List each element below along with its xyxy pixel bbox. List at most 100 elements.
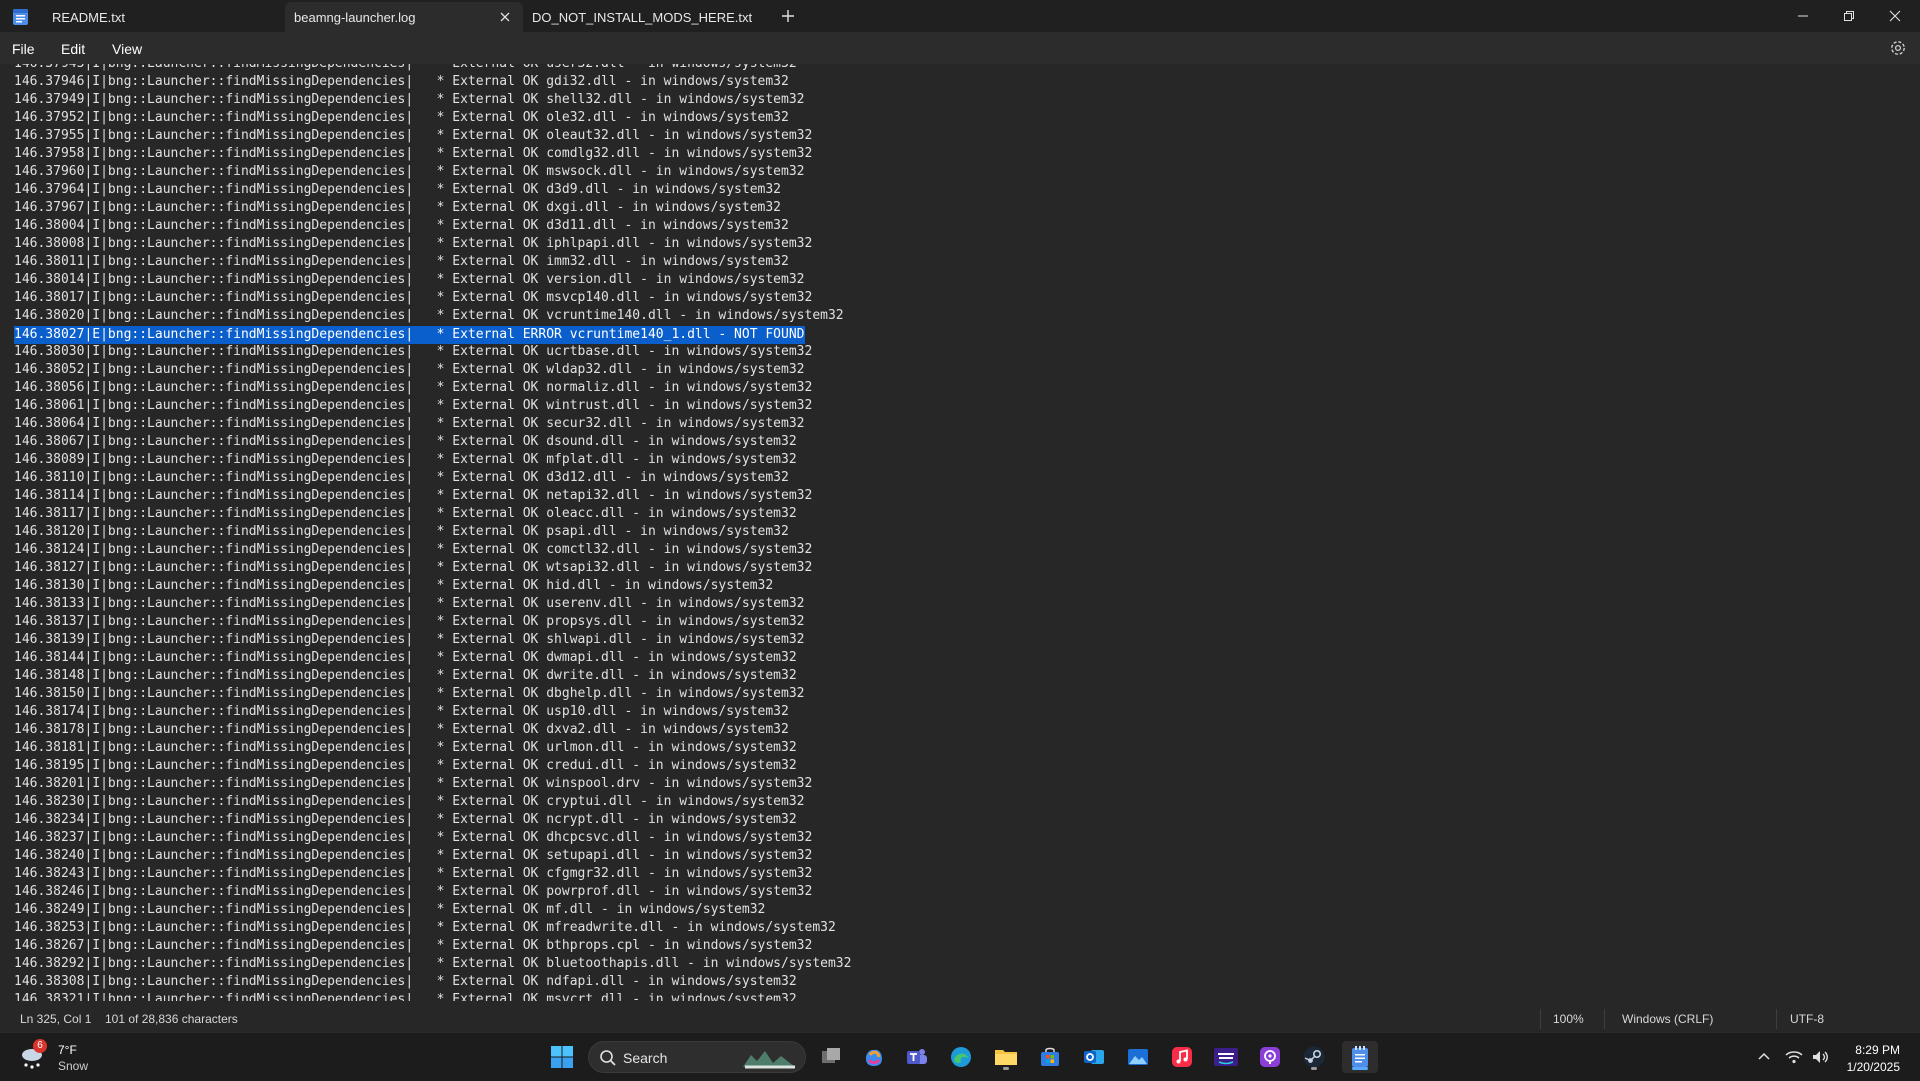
log-line[interactable]: 146.38249|I|bng::Launcher::findMissingDe… [14, 901, 851, 919]
log-line[interactable]: 146.38117|I|bng::Launcher::findMissingDe… [14, 505, 851, 523]
start-button[interactable] [546, 1041, 578, 1073]
task-view-button[interactable] [815, 1041, 847, 1073]
log-line[interactable]: 146.38110|I|bng::Launcher::findMissingDe… [14, 469, 851, 487]
outlook-icon [1084, 1050, 1104, 1064]
tab-readme[interactable]: README.txt [40, 2, 285, 32]
selected-log-line[interactable]: 146.38027|E|bng::Launcher::findMissingDe… [14, 326, 805, 344]
restore-button[interactable] [1826, 0, 1872, 32]
log-line[interactable]: 146.38139|I|bng::Launcher::findMissingDe… [14, 631, 851, 649]
itunes-button[interactable] [1166, 1041, 1198, 1073]
log-line[interactable]: 146.37960|I|bng::Launcher::findMissingDe… [14, 163, 851, 181]
log-line[interactable]: 146.38130|I|bng::Launcher::findMissingDe… [14, 577, 851, 595]
log-line[interactable]: 146.38124|I|bng::Launcher::findMissingDe… [14, 541, 851, 559]
status-divider [1776, 1009, 1777, 1029]
log-line[interactable]: 146.37946|I|bng::Launcher::findMissingDe… [14, 73, 851, 91]
log-line[interactable]: 146.38292|I|bng::Launcher::findMissingDe… [14, 955, 851, 973]
close-window-button[interactable] [1872, 0, 1918, 32]
log-line[interactable]: 146.38308|I|bng::Launcher::findMissingDe… [14, 973, 851, 991]
outlook-button[interactable] [1078, 1041, 1110, 1073]
settings-gear-icon[interactable] [1888, 38, 1908, 58]
log-line[interactable]: 146.38011|I|bng::Launcher::findMissingDe… [14, 253, 851, 271]
log-line[interactable]: 146.38201|I|bng::Launcher::findMissingDe… [14, 775, 851, 793]
log-line[interactable]: 146.38181|I|bng::Launcher::findMissingDe… [14, 739, 851, 757]
log-line[interactable]: 146.37958|I|bng::Launcher::findMissingDe… [14, 145, 851, 163]
edge-button[interactable] [945, 1041, 977, 1073]
log-line[interactable]: 146.38267|I|bng::Launcher::findMissingDe… [14, 937, 851, 955]
log-line[interactable]: 146.38237|I|bng::Launcher::findMissingDe… [14, 829, 851, 847]
log-line[interactable]: 146.38243|I|bng::Launcher::findMissingDe… [14, 865, 851, 883]
log-line[interactable]: 146.37952|I|bng::Launcher::findMissingDe… [14, 109, 851, 127]
log-line[interactable]: 146.38195|I|bng::Launcher::findMissingDe… [14, 757, 851, 775]
log-line[interactable]: 146.37964|I|bng::Launcher::findMissingDe… [14, 181, 851, 199]
notepad-icon [1352, 1046, 1368, 1067]
tab-beamng-launcher-log[interactable]: beamng-launcher.log [285, 2, 523, 32]
log-line[interactable]: 146.38020|I|bng::Launcher::findMissingDe… [14, 307, 851, 325]
menu-file[interactable]: File [12, 41, 35, 57]
log-line[interactable]: 146.37955|I|bng::Launcher::findMissingDe… [14, 127, 851, 145]
running-indicator [1311, 1067, 1317, 1070]
log-line[interactable]: 146.38174|I|bng::Launcher::findMissingDe… [14, 703, 851, 721]
store-button[interactable] [1034, 1041, 1066, 1073]
network-volume-tray[interactable] [1784, 1045, 1836, 1069]
log-line[interactable]: 146.38030|I|bng::Launcher::findMissingDe… [14, 343, 851, 361]
close-tab-icon[interactable] [497, 9, 513, 25]
minimize-button[interactable] [1780, 0, 1826, 32]
photos-button[interactable] [1122, 1041, 1154, 1073]
edge-icon [951, 1047, 971, 1067]
tab-do-not-install-mods[interactable]: DO_NOT_INSTALL_MODS_HERE.txt [523, 2, 768, 32]
menu-edit[interactable]: Edit [61, 41, 85, 57]
log-line[interactable]: 146.38064|I|bng::Launcher::findMissingDe… [14, 415, 851, 433]
zoom-level[interactable]: 100% [1553, 1012, 1584, 1026]
show-hidden-icons-button[interactable] [1754, 1047, 1774, 1067]
taskbar-search[interactable]: Search [588, 1041, 806, 1073]
teams-button[interactable] [901, 1041, 933, 1073]
log-line[interactable]: 146.38052|I|bng::Launcher::findMissingDe… [14, 361, 851, 379]
log-line[interactable]: 146.38114|I|bng::Launcher::findMissingDe… [14, 487, 851, 505]
weather-temperature: 7°F [58, 1043, 77, 1057]
log-line[interactable]: 146.38061|I|bng::Launcher::findMissingDe… [14, 397, 851, 415]
log-line[interactable]: 146.38253|I|bng::Launcher::findMissingDe… [14, 919, 851, 937]
editor-lines: 146.37943|I|bng::Launcher::findMissingDe… [14, 64, 851, 1001]
log-line[interactable]: 146.37967|I|bng::Launcher::findMissingDe… [14, 199, 851, 217]
log-line[interactable]: 146.38017|I|bng::Launcher::findMissingDe… [14, 289, 851, 307]
notepad-button[interactable] [1342, 1041, 1378, 1073]
log-line[interactable]: 146.38150|I|bng::Launcher::findMissingDe… [14, 685, 851, 703]
log-line[interactable]: 146.38014|I|bng::Launcher::findMissingDe… [14, 271, 851, 289]
copilot-button[interactable] [858, 1041, 890, 1073]
log-line[interactable]: 146.38120|I|bng::Launcher::findMissingDe… [14, 523, 851, 541]
log-line[interactable]: 146.38067|I|bng::Launcher::findMissingDe… [14, 433, 851, 451]
clock[interactable]: 8:29 PM 1/20/2025 [1840, 1033, 1920, 1081]
steam-button[interactable] [1298, 1041, 1330, 1073]
new-tab-icon[interactable] [778, 6, 798, 26]
log-line[interactable]: 146.37949|I|bng::Launcher::findMissingDe… [14, 91, 851, 109]
amazon-music-button[interactable] [1210, 1041, 1242, 1073]
log-line[interactable]: 146.38004|I|bng::Launcher::findMissingDe… [14, 217, 851, 235]
start-icon [551, 1046, 573, 1068]
text-editor[interactable]: 146.37943|I|bng::Launcher::findMissingDe… [0, 64, 1920, 1001]
log-line[interactable]: 146.38133|I|bng::Launcher::findMissingDe… [14, 595, 851, 613]
file-explorer-button[interactable] [990, 1041, 1022, 1073]
running-indicator [1003, 1067, 1009, 1070]
log-line[interactable]: 146.38234|I|bng::Launcher::findMissingDe… [14, 811, 851, 829]
log-line[interactable]: 146.38127|I|bng::Launcher::findMissingDe… [14, 559, 851, 577]
log-line[interactable]: 146.38321|I|bng::Launcher::findMissingDe… [14, 991, 851, 1001]
weather-widget[interactable]: 6 7°F Snow [8, 1033, 118, 1081]
log-line[interactable]: 146.38148|I|bng::Launcher::findMissingDe… [14, 667, 851, 685]
podcast-button[interactable] [1254, 1041, 1286, 1073]
log-line[interactable]: 146.38230|I|bng::Launcher::findMissingDe… [14, 793, 851, 811]
encoding[interactable]: UTF-8 [1790, 1012, 1824, 1026]
itunes-icon [1172, 1047, 1192, 1067]
amazon-music-icon [1214, 1048, 1238, 1066]
log-line[interactable]: 146.38008|I|bng::Launcher::findMissingDe… [14, 235, 851, 253]
log-line[interactable]: 146.38144|I|bng::Launcher::findMissingDe… [14, 649, 851, 667]
log-line[interactable]: 146.38089|I|bng::Launcher::findMissingDe… [14, 451, 851, 469]
log-line[interactable]: 146.38137|I|bng::Launcher::findMissingDe… [14, 613, 851, 631]
log-line[interactable]: 146.38240|I|bng::Launcher::findMissingDe… [14, 847, 851, 865]
line-ending[interactable]: Windows (CRLF) [1622, 1012, 1713, 1026]
log-line[interactable]: 146.38178|I|bng::Launcher::findMissingDe… [14, 721, 851, 739]
log-line[interactable]: 146.37943|I|bng::Launcher::findMissingDe… [14, 64, 851, 73]
active-app-indicator [1352, 1067, 1368, 1070]
log-line[interactable]: 146.38246|I|bng::Launcher::findMissingDe… [14, 883, 851, 901]
menu-view[interactable]: View [112, 41, 142, 57]
log-line[interactable]: 146.38056|I|bng::Launcher::findMissingDe… [14, 379, 851, 397]
